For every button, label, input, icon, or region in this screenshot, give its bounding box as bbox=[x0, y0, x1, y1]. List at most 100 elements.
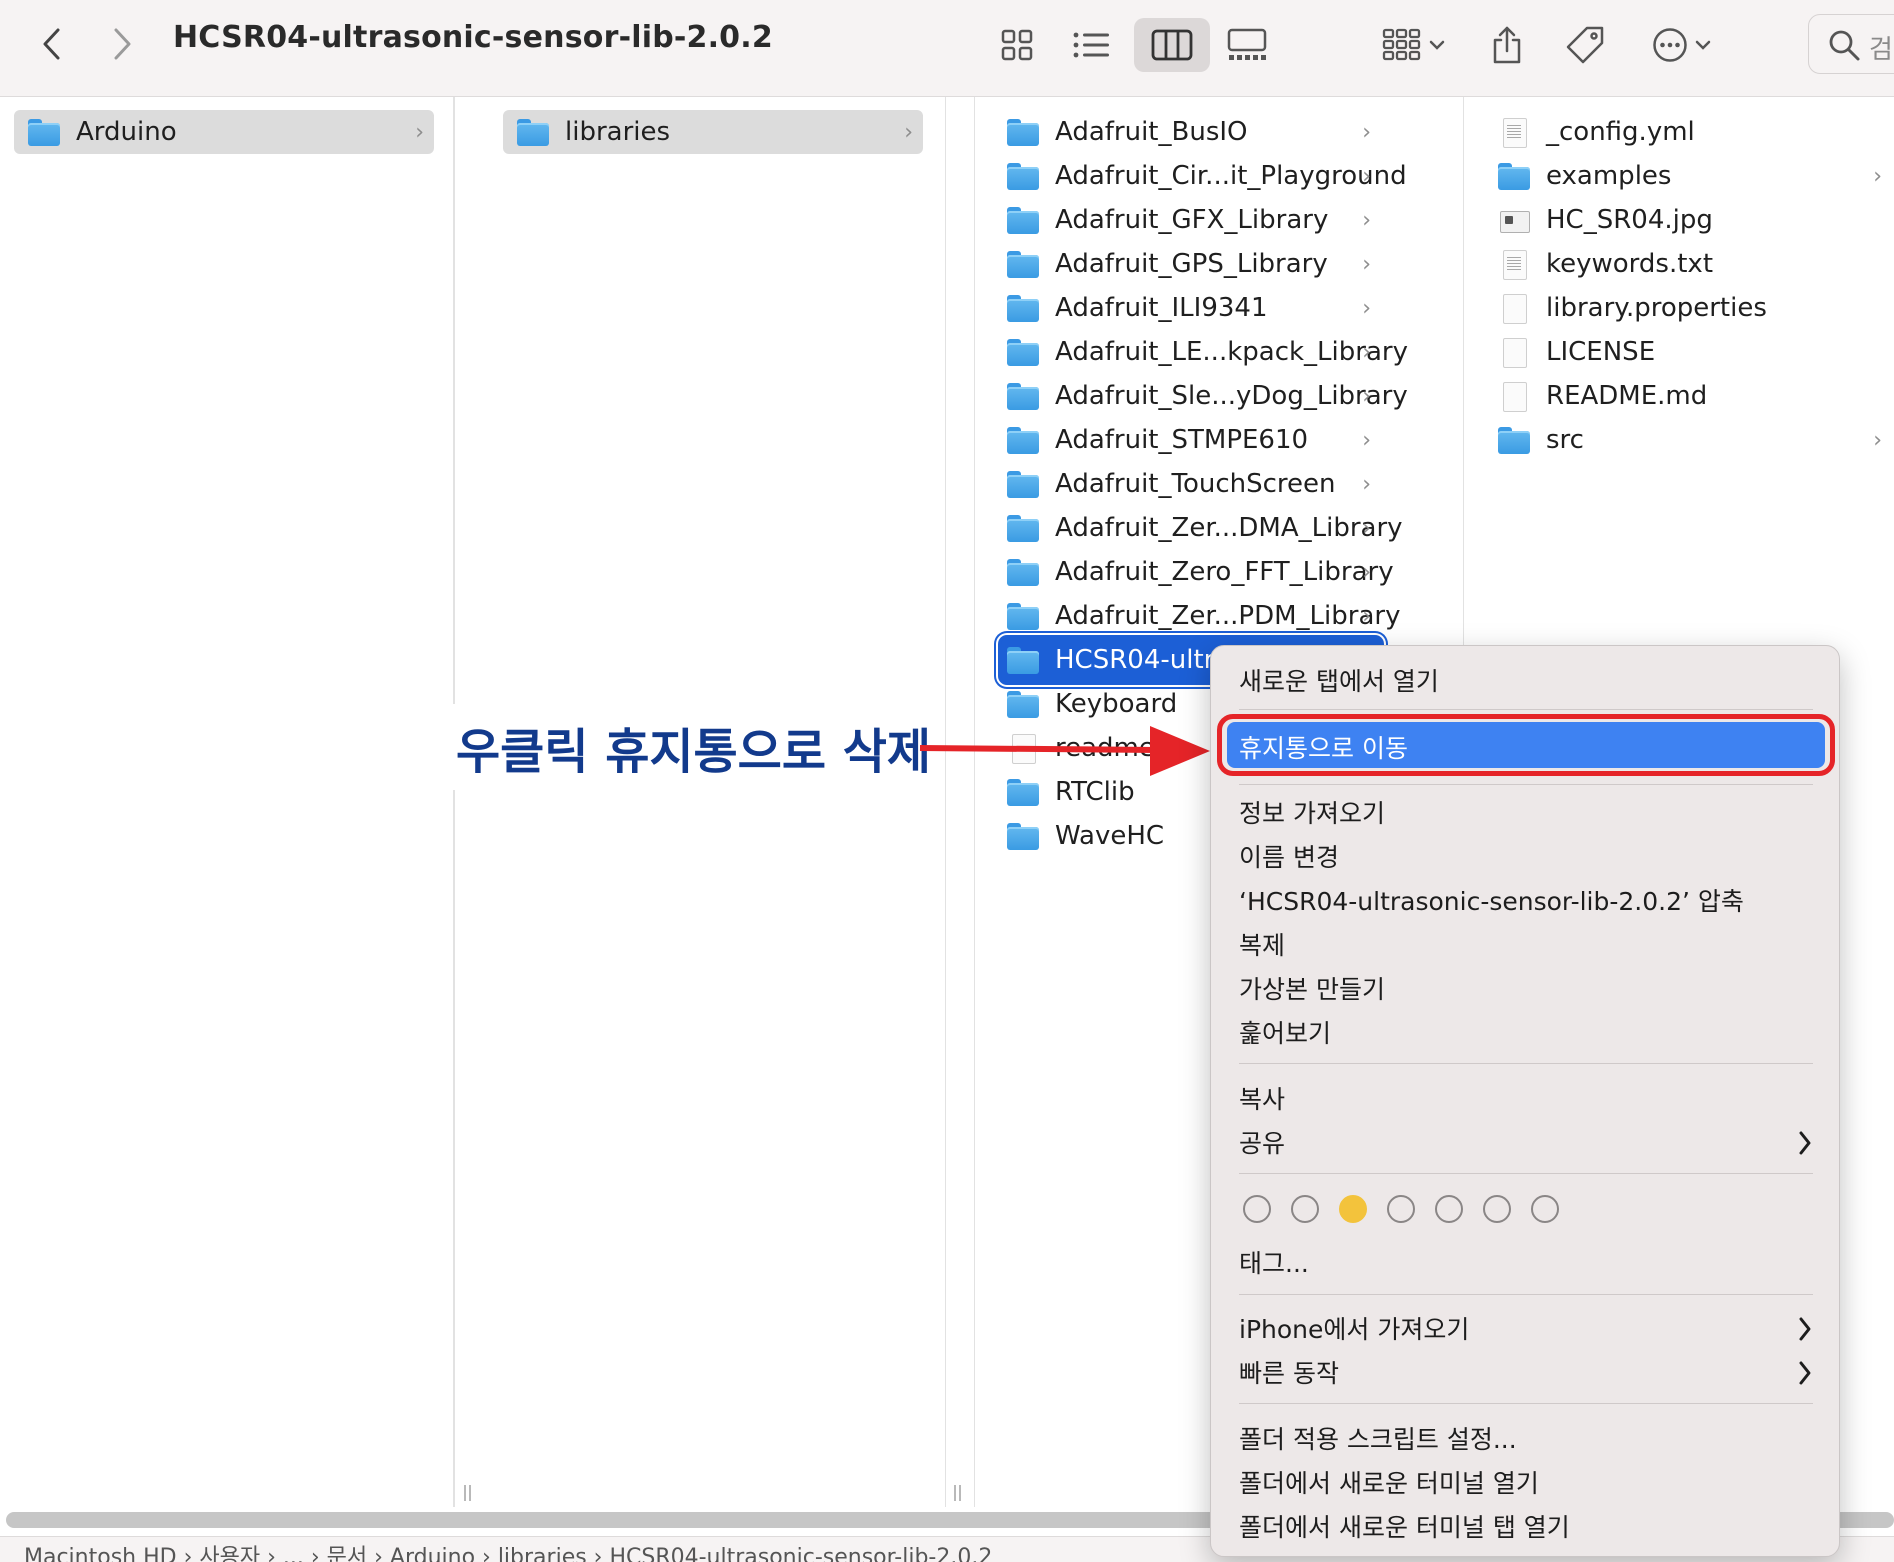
menu-item-quick-actions[interactable]: 빠른 동작 bbox=[1239, 1354, 1339, 1390]
chevron-right-icon bbox=[114, 28, 131, 60]
folder-icon bbox=[1498, 426, 1532, 454]
chevron-right-icon: › bbox=[1362, 208, 1371, 233]
menu-item-tags[interactable]: 태그... bbox=[1239, 1244, 1309, 1280]
finder-window: HCSR04-ultrasonic-sensor-lib-2.0.2 검 Ard… bbox=[0, 0, 1894, 1562]
share-icon bbox=[1493, 26, 1521, 64]
chevron-right-icon bbox=[1799, 1361, 1811, 1385]
annotation-label: 우클릭 휴지통으로 삭제 bbox=[452, 704, 936, 790]
item-name: HC_SR04.jpg bbox=[1546, 205, 1713, 235]
menu-separator bbox=[1239, 1063, 1813, 1064]
view-columns-button[interactable] bbox=[1134, 18, 1210, 72]
folder-row[interactable]: Adafruit_Sle...yDog_Library › bbox=[1001, 374, 1408, 418]
item-name: Adafruit_BusIO bbox=[1055, 117, 1248, 147]
column-2[interactable]: libraries › bbox=[454, 97, 946, 1507]
chevron-down-icon bbox=[1695, 40, 1711, 50]
folder-row[interactable]: Adafruit_Zer...DMA_Library › bbox=[1001, 506, 1403, 550]
column-resize-handle[interactable] bbox=[953, 1485, 963, 1507]
chevron-down-icon bbox=[1429, 40, 1445, 50]
menu-item-copy[interactable]: 복사 bbox=[1239, 1080, 1285, 1116]
view-icons-button[interactable] bbox=[990, 18, 1044, 72]
item-name: keywords.txt bbox=[1546, 249, 1714, 279]
menu-item-make-alias[interactable]: 가상본 만들기 bbox=[1239, 970, 1385, 1006]
folder-row[interactable]: Adafruit_Zero_FFT_Library › bbox=[1001, 550, 1394, 594]
search-field[interactable]: 검 bbox=[1808, 14, 1894, 74]
document-icon bbox=[1498, 338, 1532, 368]
folder-row[interactable]: examples › bbox=[1492, 154, 1892, 198]
context-menu: 새로운 탭에서 열기 휴지통으로 이동 정보 가져오기 이름 변경 ‘HCSR0… bbox=[1210, 645, 1840, 1557]
chevron-right-icon: › bbox=[1362, 384, 1371, 409]
item-name: Adafruit_Zero_FFT_Library bbox=[1055, 557, 1394, 587]
item-name: src bbox=[1546, 425, 1584, 455]
folder-icon bbox=[1007, 690, 1041, 718]
highlight-ring bbox=[1217, 714, 1835, 776]
more-actions-button[interactable] bbox=[1642, 18, 1722, 72]
file-row[interactable]: _config.yml bbox=[1492, 110, 1892, 154]
list-icon bbox=[1073, 32, 1109, 58]
folder-icon bbox=[1007, 250, 1041, 278]
file-row[interactable]: keywords.txt bbox=[1492, 242, 1892, 286]
menu-separator bbox=[1239, 784, 1813, 785]
annotation-arrow-icon bbox=[919, 726, 1210, 776]
menu-item-get-info[interactable]: 정보 가져오기 bbox=[1239, 794, 1385, 830]
file-row[interactable]: library.properties bbox=[1492, 286, 1892, 330]
chevron-right-icon: › bbox=[904, 120, 913, 145]
window-title: HCSR04-ultrasonic-sensor-lib-2.0.2 bbox=[173, 20, 773, 55]
tag-color-dot[interactable] bbox=[1435, 1195, 1463, 1223]
menu-item-open-new-tab[interactable]: 새로운 탭에서 열기 bbox=[1239, 662, 1439, 698]
path-breadcrumbs[interactable]: Macintosh HD › 사용자 › ... › 문서 › Arduino … bbox=[24, 1539, 992, 1562]
search-placeholder: 검 bbox=[1869, 35, 1893, 65]
column-1[interactable]: Arduino › bbox=[0, 97, 469, 1507]
folder-row[interactable]: Adafruit_BusIO › bbox=[1001, 110, 1381, 154]
forward-button[interactable] bbox=[100, 22, 144, 66]
folder-row[interactable]: src › bbox=[1492, 418, 1892, 462]
tag-color-dot[interactable] bbox=[1291, 1195, 1319, 1223]
item-name: libraries bbox=[565, 117, 671, 147]
grid-icon bbox=[1001, 29, 1033, 61]
tag-color-dot[interactable] bbox=[1531, 1195, 1559, 1223]
chevron-right-icon: › bbox=[1362, 516, 1371, 541]
tag-color-dot[interactable] bbox=[1243, 1195, 1271, 1223]
file-row[interactable]: LICENSE bbox=[1492, 330, 1892, 374]
document-icon bbox=[1498, 382, 1532, 412]
folder-row[interactable]: Adafruit_Cir...it_Playground › bbox=[1001, 154, 1407, 198]
tag-color-dot[interactable] bbox=[1387, 1195, 1415, 1223]
item-name: LICENSE bbox=[1546, 337, 1656, 367]
menu-item-import-iphone[interactable]: iPhone에서 가져오기 bbox=[1239, 1310, 1469, 1346]
item-name: Adafruit_Zer...PDM_Library bbox=[1055, 601, 1401, 631]
menu-item-new-terminal[interactable]: 폴더에서 새로운 터미널 열기 bbox=[1239, 1464, 1539, 1500]
tag-button[interactable] bbox=[1558, 18, 1612, 72]
back-button[interactable] bbox=[30, 22, 74, 66]
folder-row[interactable]: Adafruit_TouchScreen › bbox=[1001, 462, 1381, 506]
share-button[interactable] bbox=[1480, 18, 1534, 72]
folder-row[interactable]: Adafruit_GPS_Library › bbox=[1001, 242, 1381, 286]
view-list-button[interactable] bbox=[1064, 18, 1118, 72]
menu-item-new-terminal-tab[interactable]: 폴더에서 새로운 터미널 탭 열기 bbox=[1239, 1508, 1570, 1544]
menu-item-share[interactable]: 공유 bbox=[1239, 1124, 1285, 1160]
item-name: Adafruit_Cir...it_Playground bbox=[1055, 161, 1407, 191]
menu-item-quick-look[interactable]: 훑어보기 bbox=[1239, 1014, 1331, 1050]
file-row[interactable]: HC_SR04.jpg bbox=[1492, 198, 1892, 242]
folder-row[interactable]: Adafruit_ILI9341 › bbox=[1001, 286, 1381, 330]
folder-row[interactable]: Adafruit_GFX_Library › bbox=[1001, 198, 1381, 242]
folder-row[interactable]: Adafruit_Zer...PDM_Library › bbox=[1001, 594, 1400, 638]
folder-row[interactable]: Adafruit_STMPE610 › bbox=[1001, 418, 1381, 462]
column-resize-handle[interactable] bbox=[463, 1485, 473, 1507]
menu-item-folder-actions[interactable]: 폴더 적용 스크립트 설정... bbox=[1239, 1420, 1517, 1456]
file-row[interactable]: README.md bbox=[1492, 374, 1892, 418]
folder-row[interactable]: Arduino › bbox=[14, 110, 434, 154]
document-icon bbox=[1498, 250, 1532, 280]
folder-row[interactable]: libraries › bbox=[503, 110, 923, 154]
image-file-icon bbox=[1498, 206, 1532, 234]
tag-color-dot[interactable] bbox=[1339, 1195, 1367, 1223]
folder-row[interactable]: Adafruit_LE...kpack_Library › bbox=[1001, 330, 1408, 374]
menu-item-rename[interactable]: 이름 변경 bbox=[1239, 838, 1339, 874]
chevron-right-icon bbox=[1799, 1131, 1811, 1155]
document-icon bbox=[1498, 118, 1532, 148]
view-gallery-button[interactable] bbox=[1220, 18, 1274, 72]
menu-item-duplicate[interactable]: 복제 bbox=[1239, 926, 1285, 962]
tag-color-dot[interactable] bbox=[1483, 1195, 1511, 1223]
menu-item-compress[interactable]: ‘HCSR04-ultrasonic-sensor-lib-2.0.2’ 압축 bbox=[1239, 882, 1744, 918]
columns-icon bbox=[1151, 29, 1193, 61]
group-icon bbox=[1382, 28, 1421, 61]
group-by-button[interactable] bbox=[1374, 18, 1454, 72]
